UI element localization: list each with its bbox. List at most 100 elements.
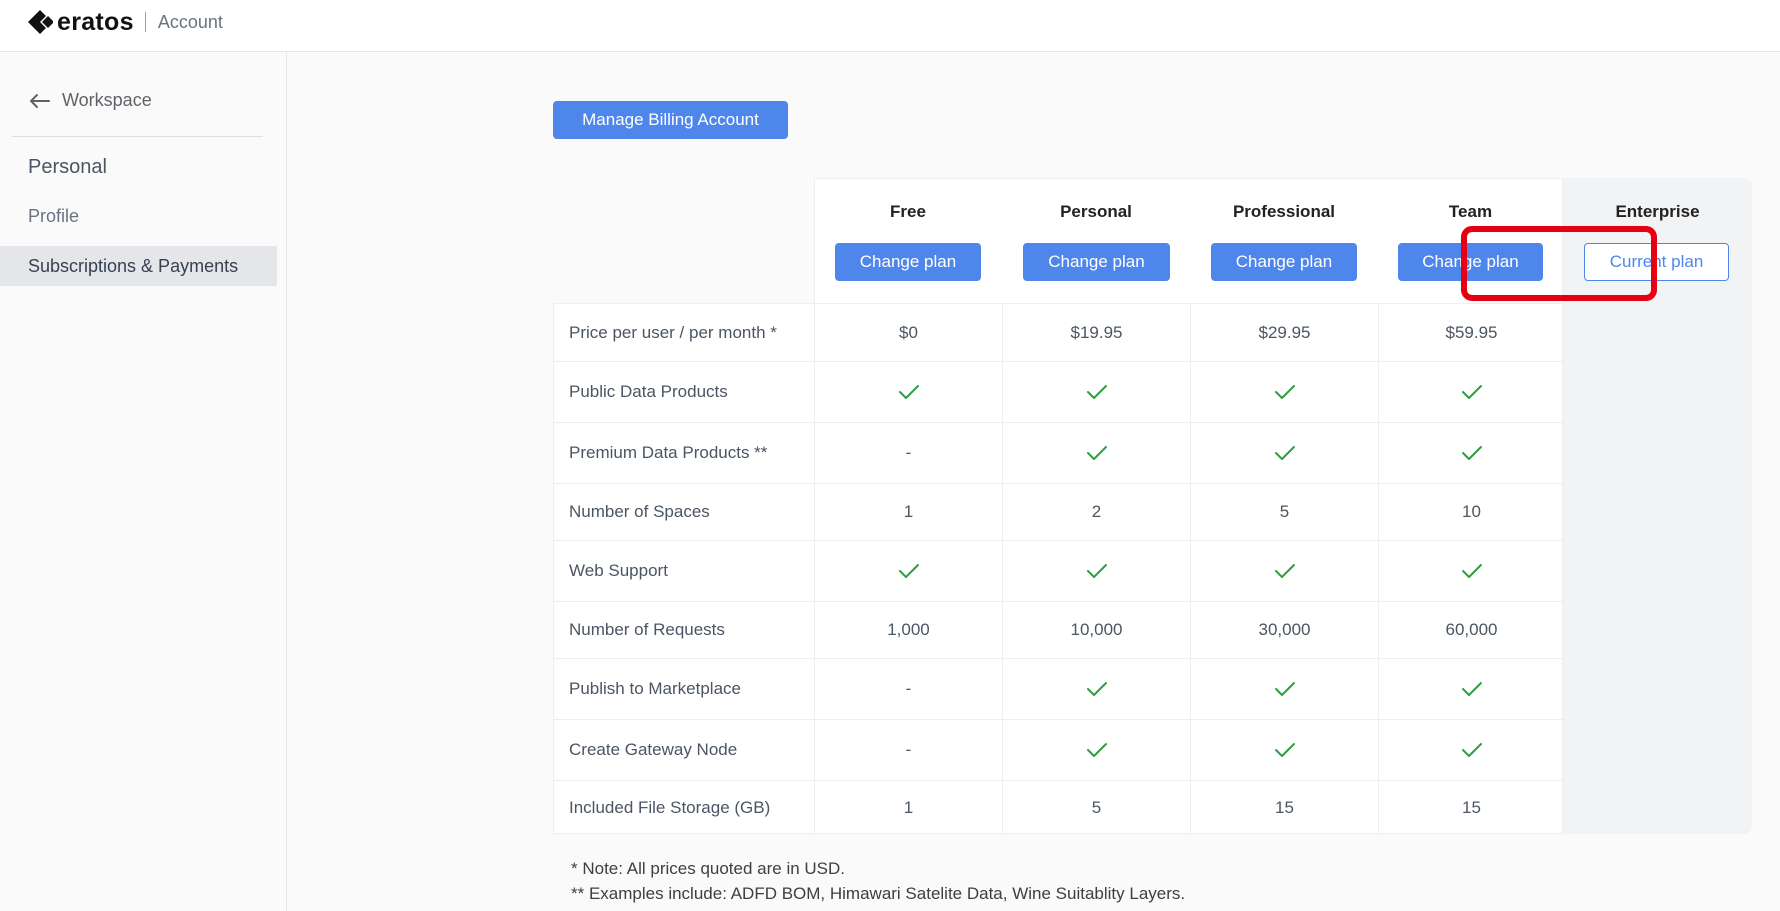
feature-cell	[1191, 659, 1379, 719]
feature-cell	[1379, 659, 1564, 719]
manage-billing-account-button[interactable]: Manage Billing Account	[553, 101, 788, 139]
feature-cell	[1003, 362, 1191, 422]
feature-cell: $0	[815, 304, 1003, 361]
arrow-left-icon	[30, 93, 50, 108]
plan-header-free: Free Change plan	[814, 178, 1002, 304]
plan-comparison-table: Free Change plan Personal Change plan Pr…	[553, 178, 1753, 835]
sidebar-section-title: Personal	[28, 156, 107, 178]
back-link-label: Workspace	[62, 90, 152, 110]
check-icon	[1274, 385, 1295, 399]
feature-cell: 60,000	[1445, 620, 1498, 639]
feature-label: Number of Spaces	[554, 484, 815, 540]
feature-cell: 1	[815, 484, 1003, 540]
feature-cell: 1,000	[815, 602, 1003, 658]
sidebar-item-subscriptions[interactable]: Subscriptions & Payments	[0, 246, 277, 286]
check-icon	[1461, 743, 1482, 757]
feature-cell: $29.95	[1191, 304, 1379, 361]
feature-cell	[1003, 720, 1191, 780]
main-content: Manage Billing Account Free Change plan …	[288, 52, 1780, 911]
plan-name: Personal	[1060, 202, 1132, 221]
table-row: Publish to Marketplace -	[554, 658, 1564, 719]
back-to-workspace-link[interactable]: Workspace	[28, 90, 152, 111]
section-title: Account	[157, 11, 223, 32]
table-row: Web Support	[554, 540, 1564, 601]
feature-cell	[1379, 423, 1564, 483]
check-icon	[1274, 743, 1295, 757]
feature-rows: Price per user / per month * $0 $19.95 $29.…	[553, 303, 1564, 835]
feature-cell	[1379, 541, 1564, 601]
feature-cell	[1191, 720, 1379, 780]
feature-cell	[1003, 541, 1191, 601]
current-plan-enterprise-button[interactable]: Current plan	[1584, 243, 1729, 281]
feature-label: Price per user / per month *	[554, 304, 815, 361]
change-plan-professional-button[interactable]: Change plan	[1211, 243, 1357, 281]
feature-cell	[1003, 423, 1191, 483]
feature-cell	[1191, 423, 1379, 483]
feature-cell: 10,000	[1003, 602, 1191, 658]
plan-name: Free	[890, 202, 926, 221]
sidebar-item-profile[interactable]: Profile	[0, 196, 277, 236]
check-icon	[1086, 446, 1107, 460]
feature-cell: 15	[1191, 781, 1379, 835]
change-plan-free-button[interactable]: Change plan	[835, 243, 981, 281]
plan-header-professional: Professional Change plan	[1190, 178, 1378, 304]
eratos-chevron-logo-icon	[28, 10, 53, 34]
feature-cell: $59.95	[1445, 322, 1498, 342]
feature-cell: -	[815, 423, 1003, 483]
check-icon	[898, 385, 919, 399]
feature-cell: $19.95	[1003, 304, 1191, 361]
feature-label: Premium Data Products **	[554, 423, 815, 483]
sidebar-divider	[12, 136, 263, 137]
feature-cell: 1	[815, 781, 1003, 835]
feature-label: Create Gateway Node	[554, 720, 815, 780]
table-row: Number of Spaces 1 2 5 10	[554, 483, 1564, 540]
feature-label: Public Data Products	[554, 362, 815, 422]
feature-label: Publish to Marketplace	[554, 659, 815, 719]
feature-cell	[815, 362, 1003, 422]
check-icon	[1086, 743, 1107, 757]
check-icon	[1086, 385, 1107, 399]
change-plan-team-button[interactable]: Change plan	[1398, 243, 1543, 281]
feature-cell: 15	[1462, 798, 1481, 817]
check-icon	[1274, 446, 1295, 460]
check-icon	[1461, 446, 1482, 460]
plan-name: Enterprise	[1615, 202, 1700, 221]
check-icon	[1461, 385, 1482, 399]
check-icon	[1461, 564, 1482, 578]
check-icon	[1274, 564, 1295, 578]
check-icon	[1274, 682, 1295, 696]
feature-cell	[1379, 362, 1564, 422]
plan-header-enterprise: Enterprise Current plan	[1563, 178, 1752, 304]
note-usd: * Note: All prices quoted are in USD.	[571, 859, 846, 878]
note-examples: ** Examples include: ADFD BOM, Himawari …	[571, 884, 1186, 903]
feature-label: Web Support	[554, 541, 815, 601]
feature-label: Included File Storage (GB)	[554, 781, 815, 835]
pricing-notes: * Note: All prices quoted are in USD. **…	[571, 856, 1185, 906]
plan-header-team: Team Change plan	[1378, 178, 1563, 304]
table-row: Create Gateway Node -	[554, 719, 1564, 780]
feature-cell	[1379, 720, 1564, 780]
brand-separator	[144, 12, 146, 32]
feature-cell: -	[815, 720, 1003, 780]
feature-cell: 10	[1462, 502, 1481, 521]
brand-logo[interactable]: eratos Account	[26, 8, 223, 36]
change-plan-personal-button[interactable]: Change plan	[1023, 243, 1170, 281]
feature-cell	[1191, 541, 1379, 601]
feature-cell: -	[815, 659, 1003, 719]
table-row: Number of Requests 1,000 10,000 30,000 60,00…	[554, 601, 1564, 658]
feature-cell	[815, 541, 1003, 601]
brand-name: eratos	[57, 7, 134, 36]
check-icon	[1086, 564, 1107, 578]
feature-cell	[1191, 362, 1379, 422]
feature-cell: 30,000	[1191, 602, 1379, 658]
table-row: Included File Storage (GB) 1 5 15 15	[554, 780, 1564, 835]
sidebar: Workspace Personal Profile Subscriptions…	[0, 52, 287, 911]
feature-cell: 2	[1003, 484, 1191, 540]
check-icon	[1086, 682, 1107, 696]
plan-header-personal: Personal Change plan	[1002, 178, 1190, 304]
feature-cell	[1003, 659, 1191, 719]
plan-name: Professional	[1232, 202, 1336, 221]
feature-cell: 5	[1191, 484, 1379, 540]
top-bar: eratos Account	[0, 0, 1780, 52]
feature-label: Number of Requests	[554, 602, 815, 658]
